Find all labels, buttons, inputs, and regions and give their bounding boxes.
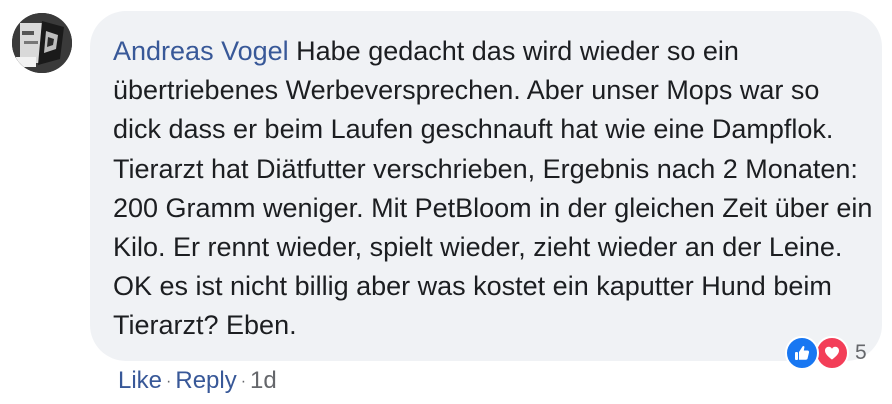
- separator-dot: ·: [166, 373, 172, 390]
- comment-bubble: Andreas Vogel Habe gedacht das wird wied…: [90, 11, 882, 361]
- comment-body: Andreas Vogel Habe gedacht das wird wied…: [113, 32, 873, 346]
- comment-actions: Like · Reply · 1d: [118, 366, 277, 396]
- avatar[interactable]: [12, 13, 72, 73]
- reply-button[interactable]: Reply: [175, 366, 236, 396]
- love-icon: [815, 336, 849, 370]
- like-icon: [785, 336, 819, 370]
- comment-text: Habe gedacht das wird wieder so ein über…: [113, 36, 873, 341]
- author-name[interactable]: Andreas Vogel: [113, 36, 289, 66]
- like-button[interactable]: Like: [118, 366, 162, 396]
- reactions-summary[interactable]: 5: [785, 336, 867, 370]
- timestamp[interactable]: 1d: [250, 366, 277, 396]
- separator-dot: ·: [240, 373, 247, 390]
- reaction-count: 5: [855, 341, 867, 364]
